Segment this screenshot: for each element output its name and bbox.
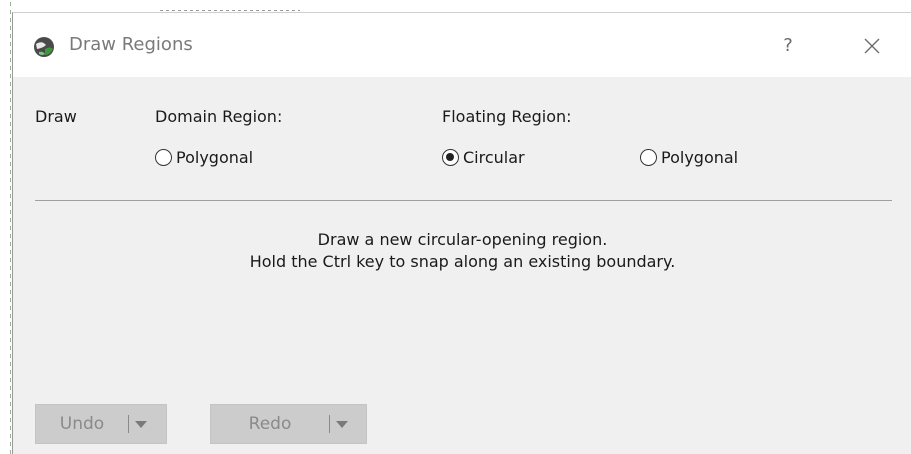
radio-button-checked-icon bbox=[442, 149, 459, 166]
undo-split-button[interactable]: Undo bbox=[35, 404, 167, 444]
instruction-message: Draw a new circular-opening region. Hold… bbox=[13, 229, 911, 273]
redo-split-button[interactable]: Redo bbox=[210, 404, 367, 444]
domain-region-label: Domain Region: bbox=[155, 107, 283, 126]
close-button[interactable] bbox=[857, 31, 887, 61]
domain-polygonal-label: Polygonal bbox=[176, 148, 254, 167]
floating-circular-label: Circular bbox=[463, 148, 525, 167]
section-divider bbox=[35, 200, 892, 201]
draw-regions-dialog: Draw Regions ? Draw Domain Region: Polyg… bbox=[12, 12, 911, 454]
help-button[interactable]: ? bbox=[773, 31, 803, 61]
floating-polygonal-label: Polygonal bbox=[661, 148, 739, 167]
window-title: Draw Regions bbox=[69, 34, 193, 55]
split-separator bbox=[329, 415, 330, 433]
split-separator bbox=[128, 415, 129, 433]
background-guide-line bbox=[0, 0, 12, 454]
redo-button[interactable]: Redo bbox=[211, 414, 329, 434]
dropdown-arrow-icon[interactable] bbox=[135, 420, 147, 428]
floating-polygonal-radio[interactable]: Polygonal bbox=[640, 148, 738, 167]
floating-region-label: Floating Region: bbox=[442, 107, 572, 126]
radio-button-icon bbox=[155, 149, 172, 166]
app-globe-icon bbox=[33, 36, 55, 58]
instruction-line-1: Draw a new circular-opening region. bbox=[317, 230, 608, 249]
instruction-line-2: Hold the Ctrl key to snap along an exist… bbox=[249, 252, 676, 271]
radio-button-icon bbox=[640, 149, 657, 166]
undo-button[interactable]: Undo bbox=[36, 414, 128, 434]
dropdown-arrow-icon[interactable] bbox=[336, 420, 348, 428]
close-icon bbox=[864, 38, 880, 54]
floating-circular-radio[interactable]: Circular bbox=[442, 148, 525, 167]
draw-label: Draw bbox=[35, 107, 77, 126]
background-guide-line-top bbox=[160, 10, 300, 11]
title-bar: Draw Regions ? bbox=[13, 13, 911, 77]
domain-polygonal-radio[interactable]: Polygonal bbox=[155, 148, 253, 167]
